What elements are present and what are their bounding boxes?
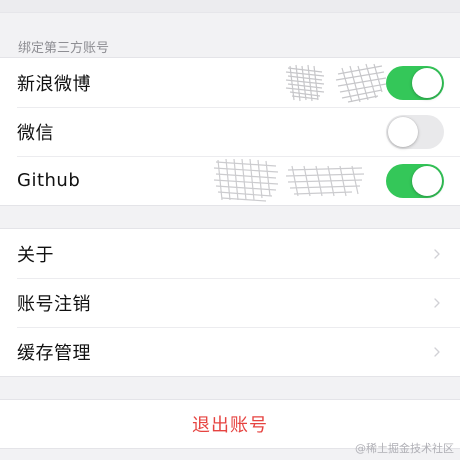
- logout-button-label: 退出账号: [192, 415, 268, 436]
- menu-item-cache-management-label: 缓存管理: [17, 342, 91, 364]
- chevron-right-icon: [434, 297, 440, 308]
- chevron-right-icon: [434, 248, 440, 259]
- account-label-weibo: 新浪微博: [17, 73, 91, 95]
- toggle-knob: [412, 67, 442, 98]
- github-toggle-switch[interactable]: [386, 163, 444, 198]
- account-label-wechat: 微信: [17, 122, 54, 144]
- menu-item-account-deletion-label: 账号注销: [17, 293, 91, 315]
- settings-menu-group: 关于 账号注销 缓存管理: [0, 228, 460, 377]
- account-row-wechat: 微信: [0, 107, 460, 156]
- redaction-scribble: [285, 63, 387, 103]
- account-row-weibo: 新浪微博: [0, 58, 460, 107]
- menu-item-about[interactable]: 关于: [0, 229, 460, 278]
- weibo-toggle-switch[interactable]: [386, 65, 444, 100]
- section-gap: [0, 377, 460, 399]
- section-header-third-party-accounts: 绑定第三方账号: [18, 41, 110, 56]
- top-bar: [0, 0, 460, 13]
- menu-item-cache-management[interactable]: 缓存管理: [0, 327, 460, 376]
- toggle-knob: [412, 165, 442, 196]
- toggle-knob: [388, 116, 418, 147]
- account-row-github: Github: [0, 156, 460, 205]
- menu-item-about-label: 关于: [17, 244, 54, 266]
- section-gap: [0, 206, 460, 228]
- watermark: @稀土掘金技术社区: [355, 442, 454, 455]
- third-party-accounts-group: 新浪微博 微信 Github: [0, 57, 460, 206]
- wechat-toggle-switch[interactable]: [386, 114, 444, 149]
- account-label-github: Github: [17, 170, 81, 191]
- redaction-scribble: [213, 158, 365, 202]
- menu-item-account-deletion[interactable]: 账号注销: [0, 278, 460, 327]
- chevron-right-icon: [434, 346, 440, 357]
